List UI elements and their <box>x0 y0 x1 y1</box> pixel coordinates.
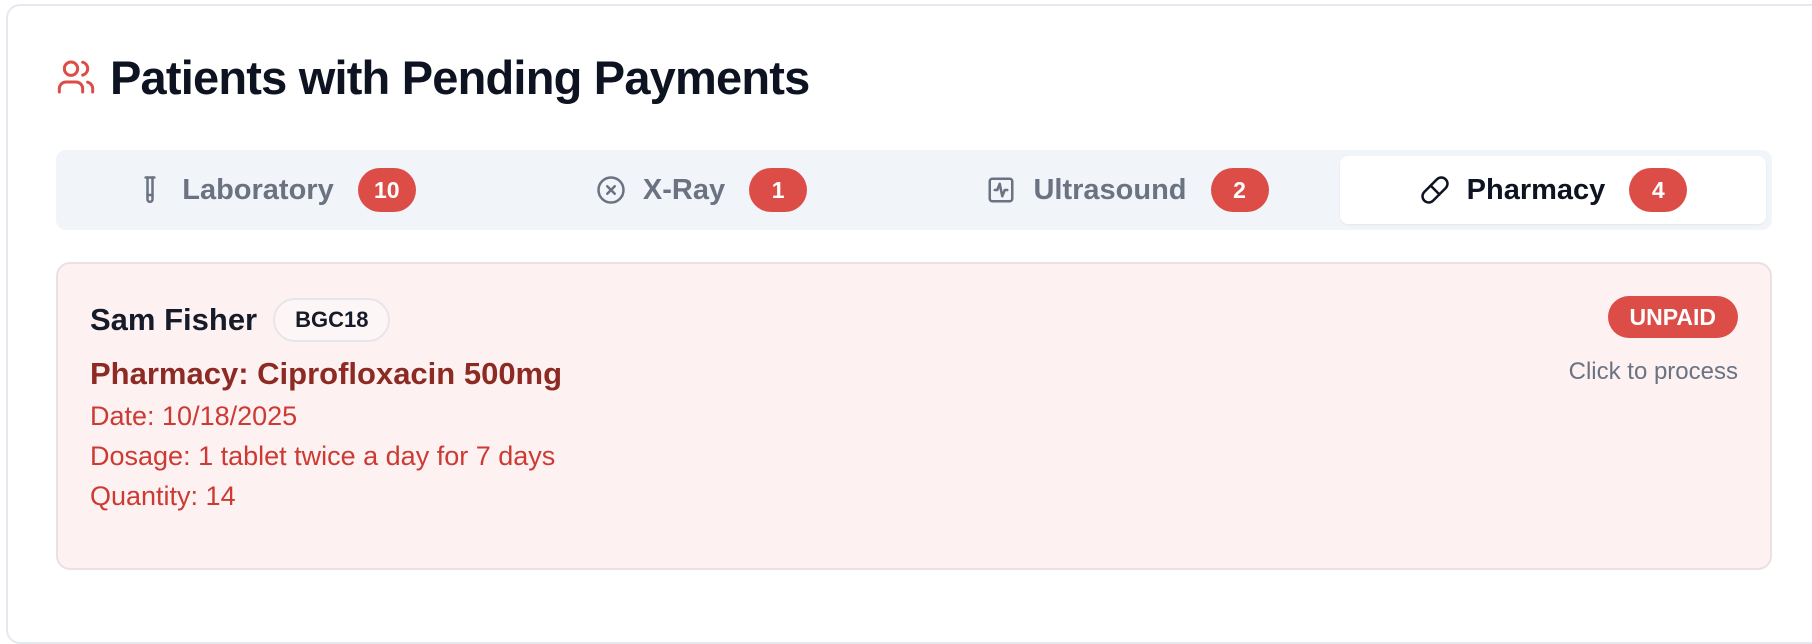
category-tabs: Laboratory 10 X-Ray 1 Ultrasound 2 Pharm… <box>56 150 1772 230</box>
tab-count-badge: 4 <box>1629 168 1688 212</box>
tab-label: Pharmacy <box>1466 173 1606 206</box>
quantity-text: Quantity: 14 <box>90 481 236 511</box>
activity-square-icon <box>985 174 1017 206</box>
tab-count-badge: 1 <box>749 168 808 212</box>
test-tube-icon <box>134 174 166 206</box>
service-title: Pharmacy: Ciprofloxacin 500mg <box>90 356 563 391</box>
page-header: Patients with Pending Payments <box>56 48 810 106</box>
tab-count-badge: 2 <box>1210 168 1269 212</box>
page-title: Patients with Pending Payments <box>110 50 810 104</box>
tab-label: Ultrasound <box>1033 173 1187 206</box>
tab-pharmacy[interactable]: Pharmacy 4 <box>1340 156 1766 224</box>
patient-payment-card[interactable]: Sam Fisher BGC18 Pharmacy: Ciprofloxacin… <box>56 262 1772 570</box>
tab-ultrasound[interactable]: Ultrasound 2 <box>914 156 1340 224</box>
tab-label: Laboratory <box>182 173 334 206</box>
dosage-text: Dosage: 1 tablet twice a day for 7 days <box>90 441 556 471</box>
patient-id-badge: BGC18 <box>273 298 391 342</box>
process-hint: Click to process <box>1568 358 1738 385</box>
status-badge: UNPAID <box>1607 296 1738 338</box>
patient-name: Sam Fisher <box>90 302 258 337</box>
tab-count-badge: 10 <box>357 168 416 212</box>
tab-laboratory[interactable]: Laboratory 10 <box>62 156 488 224</box>
tab-x-ray[interactable]: X-Ray 1 <box>488 156 914 224</box>
patient-name-row: Sam Fisher BGC18 <box>90 298 391 342</box>
pill-icon <box>1419 174 1451 206</box>
circle-x-icon <box>595 174 627 206</box>
tab-label: X-Ray <box>642 173 726 206</box>
users-icon <box>56 57 96 97</box>
service-date: Date: 10/18/2025 <box>90 401 298 431</box>
